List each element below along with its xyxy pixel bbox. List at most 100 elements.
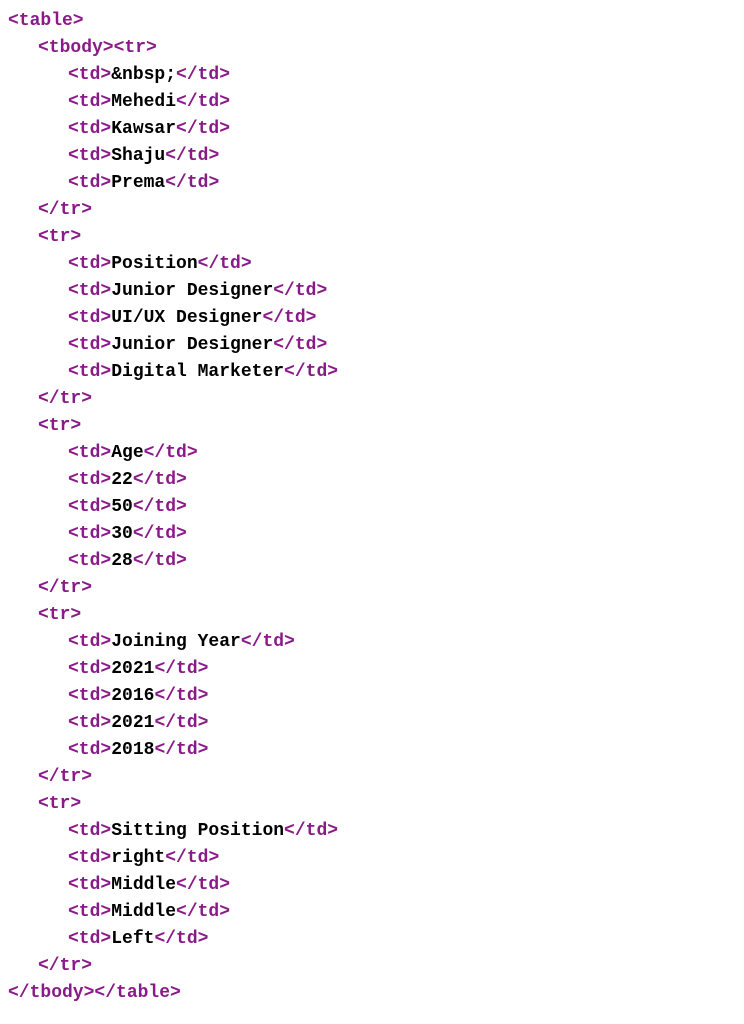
text-content: 2018 [111, 740, 154, 760]
html-tag: <td> [68, 524, 111, 544]
html-tag: <td> [68, 254, 111, 274]
html-tag: </td> [154, 740, 208, 760]
html-tag: </td> [165, 173, 219, 193]
text-content: Sitting Position [111, 821, 284, 841]
text-content: Joining Year [111, 632, 241, 652]
html-tag: <td> [68, 929, 111, 949]
code-line: <td>Mehedi</td> [8, 89, 736, 116]
html-tag: <td> [68, 173, 111, 193]
html-tag: <td> [68, 497, 111, 517]
text-content: Middle [111, 875, 176, 895]
html-tag: <td> [68, 65, 111, 85]
text-content: Age [111, 443, 143, 463]
html-tag: <td> [68, 551, 111, 571]
html-tag: </td> [241, 632, 295, 652]
code-line: <td>30</td> [8, 521, 736, 548]
text-content: 30 [111, 524, 133, 544]
code-line: <td>22</td> [8, 467, 736, 494]
html-tag: <td> [68, 308, 111, 328]
code-line: <td>Digital Marketer</td> [8, 359, 736, 386]
code-line: <td>Middle</td> [8, 872, 736, 899]
text-content: 2021 [111, 659, 154, 679]
code-line: <td>Sitting Position</td> [8, 818, 736, 845]
html-tag: <tr> [38, 227, 81, 247]
html-tag: </td> [154, 686, 208, 706]
html-tag: </tr> [38, 956, 92, 976]
html-tag: </td> [154, 713, 208, 733]
html-tag: </td> [154, 929, 208, 949]
html-tag: </tr> [38, 389, 92, 409]
text-content: UI/UX Designer [111, 308, 262, 328]
html-tag: </td> [165, 848, 219, 868]
text-content: Junior Designer [111, 335, 273, 355]
code-line: <td>Junior Designer</td> [8, 278, 736, 305]
html-tag: <td> [68, 713, 111, 733]
html-tag: </td> [176, 92, 230, 112]
html-tag: </td> [198, 254, 252, 274]
text-content: 2021 [111, 713, 154, 733]
html-tag: <td> [68, 146, 111, 166]
html-tag: </tr> [38, 578, 92, 598]
html-code-snippet: <table><tbody><tr><td>&nbsp;</td><td>Meh… [8, 8, 736, 1007]
code-line: <td>Age</td> [8, 440, 736, 467]
html-tag: </td> [133, 551, 187, 571]
html-tag: <td> [68, 875, 111, 895]
text-content: 28 [111, 551, 133, 571]
code-line: <tr> [8, 224, 736, 251]
html-tag: </td> [154, 659, 208, 679]
text-content: Position [111, 254, 197, 274]
text-content: 2016 [111, 686, 154, 706]
html-tag: </td> [165, 146, 219, 166]
code-line: <td>Kawsar</td> [8, 116, 736, 143]
text-content: Digital Marketer [111, 362, 284, 382]
code-line: <td>Joining Year</td> [8, 629, 736, 656]
text-content: 22 [111, 470, 133, 490]
html-tag: <td> [68, 443, 111, 463]
html-tag: <tr> [38, 794, 81, 814]
html-tag: </td> [284, 821, 338, 841]
html-tag: <tr> [38, 416, 81, 436]
code-line: <td>2018</td> [8, 737, 736, 764]
html-tag: <td> [68, 119, 111, 139]
html-tag: <tr> [38, 605, 81, 625]
html-tag: </td> [262, 308, 316, 328]
code-line: <td>Middle</td> [8, 899, 736, 926]
code-line: </tr> [8, 953, 736, 980]
code-line: <td>2021</td> [8, 656, 736, 683]
html-tag: </td> [273, 281, 327, 301]
text-content: 50 [111, 497, 133, 517]
html-tag: <td> [68, 740, 111, 760]
text-content: Prema [111, 173, 165, 193]
code-line: <td>Left</td> [8, 926, 736, 953]
code-line: <tr> [8, 602, 736, 629]
code-line: <td>Shaju</td> [8, 143, 736, 170]
code-line: <tr> [8, 413, 736, 440]
html-tag: </td> [176, 65, 230, 85]
html-tag: </td> [133, 497, 187, 517]
code-line: <td>Position</td> [8, 251, 736, 278]
code-line: </tr> [8, 386, 736, 413]
text-content: Mehedi [111, 92, 176, 112]
html-tag: </td> [176, 119, 230, 139]
code-line: <td>&nbsp;</td> [8, 62, 736, 89]
code-line: <tbody><tr> [8, 35, 736, 62]
html-tag: </td> [144, 443, 198, 463]
html-tag: </td> [133, 524, 187, 544]
html-tag: <td> [68, 821, 111, 841]
html-tag: <td> [68, 92, 111, 112]
html-tag: </td> [133, 470, 187, 490]
html-tag: </td> [176, 902, 230, 922]
html-tag: <td> [68, 281, 111, 301]
html-tag: <td> [68, 659, 111, 679]
code-line: <td>2021</td> [8, 710, 736, 737]
text-content: Kawsar [111, 119, 176, 139]
code-line: <tr> [8, 791, 736, 818]
html-tag: </tbody></table> [8, 983, 181, 1003]
html-tag: <td> [68, 470, 111, 490]
code-line: <td>right</td> [8, 845, 736, 872]
html-tag: </td> [273, 335, 327, 355]
code-line: <td>50</td> [8, 494, 736, 521]
html-tag: <td> [68, 362, 111, 382]
code-line: </tbody></table> [8, 980, 736, 1007]
code-line: <td>28</td> [8, 548, 736, 575]
